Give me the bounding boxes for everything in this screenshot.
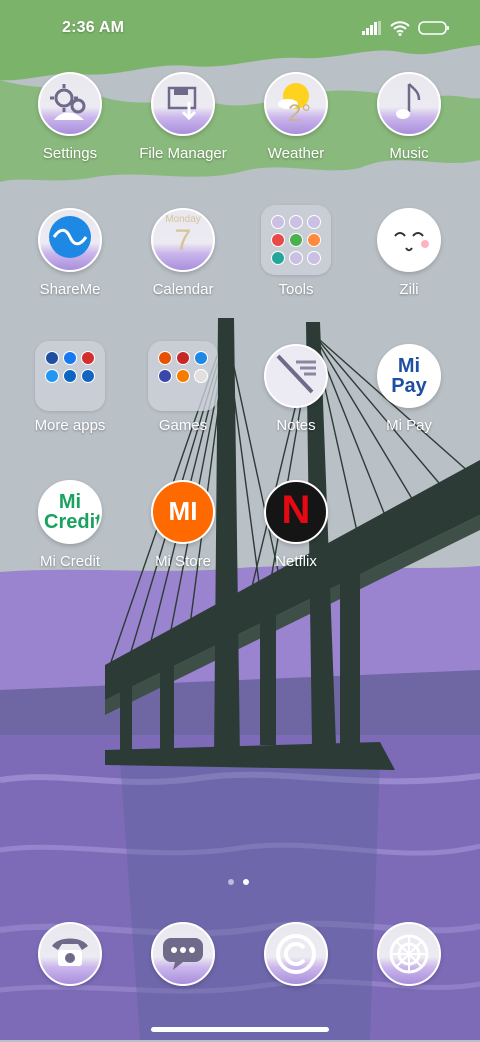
folder-mini-icon bbox=[289, 215, 303, 229]
mi-pay-icon: Mi Pay bbox=[377, 344, 441, 408]
folder-mini-icon bbox=[158, 369, 172, 383]
gear-icon bbox=[38, 72, 102, 136]
security-icon bbox=[377, 922, 441, 986]
dock-browser[interactable] bbox=[240, 922, 352, 1042]
messages-icon bbox=[151, 922, 215, 986]
folder-mini-icon bbox=[271, 233, 285, 247]
folder-mini-icon bbox=[289, 251, 303, 265]
dock-phone[interactable] bbox=[14, 922, 126, 1042]
notes-icon bbox=[264, 344, 328, 408]
folder-mini-icon bbox=[63, 351, 77, 365]
folder-mini-icon bbox=[307, 215, 321, 229]
folder-mini-icon bbox=[45, 369, 59, 383]
folder-download-icon bbox=[151, 72, 215, 136]
app-netflix[interactable]: N Netflix bbox=[240, 480, 352, 600]
folder-mini-icon bbox=[81, 369, 95, 383]
music-note-icon bbox=[377, 72, 441, 136]
app-mi-credit[interactable]: Mi Credit Mi Credit bbox=[14, 480, 126, 600]
folder-mini-icon bbox=[271, 251, 285, 265]
folder-mini-icon bbox=[194, 369, 208, 383]
mi-credit-icon: Mi Credit bbox=[38, 480, 102, 544]
dock-messages[interactable] bbox=[127, 922, 239, 1042]
app-label: Mi Pay bbox=[386, 417, 432, 434]
calendar-icon: Monday 7 bbox=[151, 208, 215, 272]
app-mi-pay[interactable]: Mi Pay Mi Pay bbox=[353, 344, 465, 464]
dock bbox=[0, 922, 480, 992]
app-tools-folder[interactable]: Tools bbox=[240, 205, 352, 328]
mi-store-logo-text: MI bbox=[168, 496, 198, 526]
app-file-manager[interactable]: File Manager bbox=[127, 72, 239, 192]
page-dot[interactable] bbox=[228, 879, 234, 885]
mi-pay-logo-text: Mi Pay bbox=[391, 355, 427, 397]
tools-folder-icon bbox=[261, 205, 331, 275]
app-zili[interactable]: Zili bbox=[353, 208, 465, 328]
browser-icon bbox=[264, 922, 328, 986]
calendar-day: 7 bbox=[174, 224, 192, 257]
weather-temp-glyph: 2° bbox=[288, 100, 311, 127]
app-settings[interactable]: Settings bbox=[14, 72, 126, 192]
app-grid: Settings File Manager 2° Weather Music S… bbox=[0, 0, 480, 620]
mi-store-icon: MI bbox=[151, 480, 215, 544]
dock-security[interactable] bbox=[353, 922, 465, 1042]
mi-credit-logo-text: Mi Credit bbox=[44, 491, 102, 533]
folder-mini-icon bbox=[81, 351, 95, 365]
more-apps-folder-icon bbox=[35, 341, 105, 411]
app-calendar[interactable]: Monday 7 Calendar bbox=[127, 208, 239, 328]
home-indicator-bar[interactable] bbox=[151, 1027, 329, 1032]
games-folder-icon bbox=[148, 341, 218, 411]
app-mi-store[interactable]: MI Mi Store bbox=[127, 480, 239, 600]
app-notes[interactable]: Notes bbox=[240, 344, 352, 464]
netflix-logo-text: N bbox=[281, 488, 311, 532]
folder-mini-icon bbox=[63, 369, 77, 383]
app-label: Netflix bbox=[275, 553, 317, 570]
app-shareme[interactable]: ShareMe bbox=[14, 208, 126, 328]
app-more-apps-folder[interactable]: More apps bbox=[14, 341, 126, 464]
zili-face-icon bbox=[377, 208, 441, 272]
folder-mini-icon bbox=[271, 215, 285, 229]
shareme-icon bbox=[38, 208, 102, 272]
folder-mini-icon bbox=[176, 351, 190, 365]
app-games-folder[interactable]: Games bbox=[127, 341, 239, 464]
weather-sun-icon: 2° bbox=[264, 72, 328, 136]
netflix-icon: N bbox=[264, 480, 328, 544]
app-label: Music bbox=[389, 145, 429, 162]
phone-icon bbox=[38, 922, 102, 986]
folder-mini-icon bbox=[176, 369, 190, 383]
page-dot-active[interactable] bbox=[243, 879, 249, 885]
app-music[interactable]: Music bbox=[353, 72, 465, 192]
folder-mini-icon bbox=[45, 351, 59, 365]
folder-mini-icon bbox=[307, 233, 321, 247]
folder-mini-icon bbox=[158, 351, 172, 365]
page-indicator bbox=[228, 879, 249, 885]
folder-mini-icon bbox=[194, 351, 208, 365]
folder-mini-icon bbox=[307, 251, 321, 265]
app-label: Zili bbox=[399, 281, 419, 298]
folder-mini-icon bbox=[289, 233, 303, 247]
app-weather[interactable]: 2° Weather bbox=[240, 72, 352, 192]
